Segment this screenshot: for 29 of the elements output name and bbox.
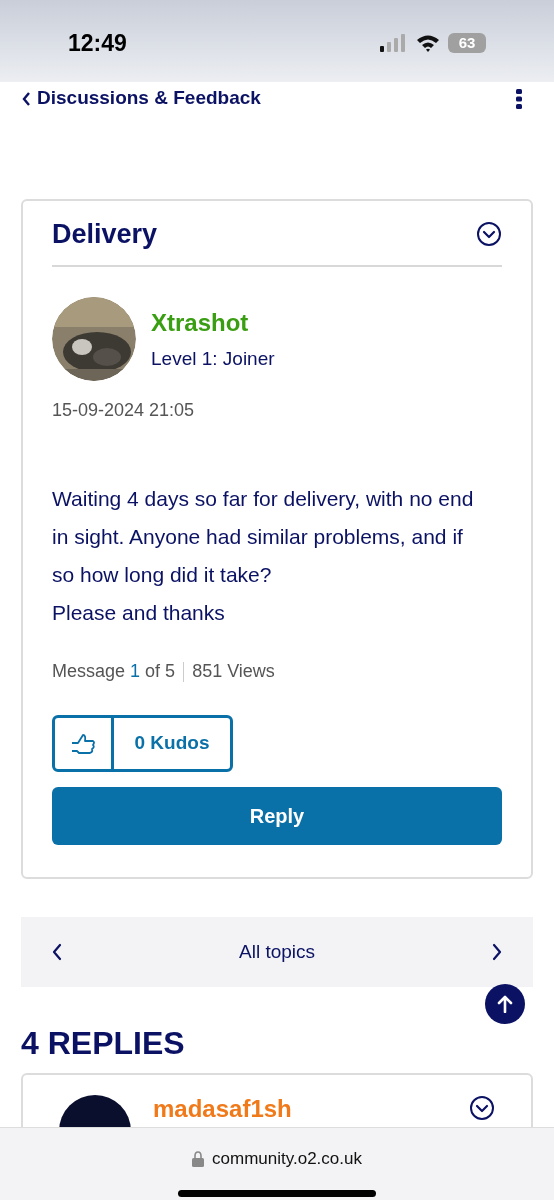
back-link[interactable]: Discussions & Feedback bbox=[22, 84, 261, 113]
url-text[interactable]: community.o2.co.uk bbox=[212, 1146, 362, 1172]
more-icon[interactable] bbox=[516, 88, 522, 109]
post-title: Delivery bbox=[52, 217, 158, 251]
message-position: Message 1 of 5 bbox=[52, 660, 176, 683]
post-date: 15-09-2024 21:05 bbox=[52, 399, 195, 422]
post-body-text: Please and thanks bbox=[52, 600, 226, 626]
previous-icon[interactable] bbox=[51, 943, 63, 961]
expand-icon[interactable] bbox=[469, 1095, 495, 1121]
thumbs-up-icon bbox=[70, 731, 96, 756]
signal-icon bbox=[380, 34, 408, 52]
author-rank: Level 1: Joiner bbox=[151, 346, 275, 371]
arrow-up-icon bbox=[497, 995, 513, 1013]
replies-heading: 4 REPLIES bbox=[21, 1027, 185, 1059]
battery-indicator: 63 bbox=[448, 33, 486, 53]
view-count: 851 Views bbox=[192, 660, 275, 683]
wifi-icon bbox=[416, 34, 440, 52]
post-body-text: Waiting 4 days so far for delivery, with no end in sight. Anyone had similar problems, and if so how long did it take? bbox=[52, 486, 475, 588]
reply-author-name[interactable]: madasaf1sh bbox=[153, 1097, 292, 1121]
all-topics-link[interactable]: All topics bbox=[239, 937, 315, 967]
back-chevron-icon bbox=[22, 91, 31, 106]
scroll-to-top-button[interactable] bbox=[485, 984, 525, 1024]
reply-button[interactable]: Reply bbox=[52, 787, 502, 845]
lock-icon bbox=[192, 1150, 205, 1167]
author-name[interactable]: Xtrashot bbox=[151, 304, 275, 341]
next-icon[interactable] bbox=[491, 943, 503, 961]
clock-time: 12:49 bbox=[68, 28, 127, 58]
kudos-button[interactable]: 0 Kudos bbox=[114, 718, 230, 769]
expand-icon[interactable] bbox=[476, 221, 502, 247]
